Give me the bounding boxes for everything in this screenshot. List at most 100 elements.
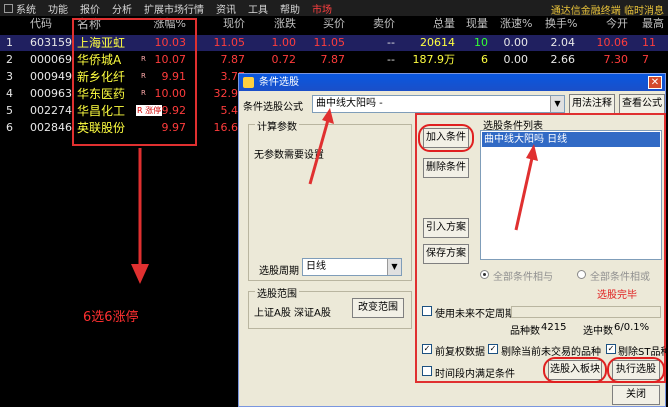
formula-select[interactable]: 曲中线大阳吗 - ▼ bbox=[312, 95, 565, 113]
header-cur[interactable]: 现量 bbox=[462, 16, 488, 32]
header-chg[interactable]: 涨跌 bbox=[260, 16, 296, 32]
usage-note-button[interactable]: 用法注释 bbox=[569, 94, 615, 114]
row-vol: 20614 bbox=[420, 36, 455, 49]
menu-right-text: 通达信金融终端 临时消息 bbox=[550, 6, 664, 17]
row-index: 1 bbox=[6, 36, 13, 49]
row-now: 7.87 bbox=[220, 53, 246, 66]
header-open[interactable]: 今开 bbox=[592, 16, 628, 32]
period-select[interactable]: 日线 ▼ bbox=[302, 258, 402, 276]
count-value: 4215 bbox=[541, 322, 567, 333]
row-high: 11 bbox=[642, 36, 656, 49]
row-code: 002274 bbox=[30, 104, 72, 117]
row-chg: 1.00 bbox=[271, 36, 297, 49]
header-code[interactable]: 代码 bbox=[30, 16, 52, 32]
chevron-down-icon[interactable]: ▼ bbox=[550, 96, 564, 112]
row-code: 000949 bbox=[30, 70, 72, 83]
row-index: 5 bbox=[6, 104, 13, 117]
change-range-button[interactable]: 改变范围 bbox=[352, 298, 404, 318]
row-cur: 6 bbox=[481, 53, 488, 66]
dialog-icon bbox=[243, 77, 254, 88]
row-code: 603159 bbox=[30, 36, 72, 49]
row-high: 7 bbox=[642, 53, 649, 66]
add-condition-highlight bbox=[418, 124, 474, 152]
row-turn: 2.04 bbox=[550, 36, 576, 49]
params-title: 计算参数 bbox=[255, 118, 299, 133]
list-item[interactable]: 曲中线大阳吗 日线 bbox=[482, 132, 660, 147]
radio-or[interactable] bbox=[577, 270, 586, 279]
row-vol: 187.9万 bbox=[412, 53, 456, 66]
period-value: 日线 bbox=[306, 261, 326, 272]
menu-item-ext-market[interactable]: 扩展市场行情 bbox=[144, 1, 204, 16]
row-buy: 11.05 bbox=[313, 36, 346, 49]
row-index: 2 bbox=[6, 53, 13, 66]
menu-item-info[interactable]: 资讯 bbox=[216, 1, 236, 16]
row-sell: -- bbox=[387, 53, 395, 66]
menu-item-function[interactable]: 功能 bbox=[48, 1, 68, 16]
list-arrow-annotation bbox=[514, 144, 538, 231]
uncertain-period-label: 使用未来不定周期 bbox=[435, 309, 515, 320]
time-range-checkbox[interactable] bbox=[422, 366, 432, 376]
row-code: 002846 bbox=[30, 121, 72, 134]
row-now: 11.05 bbox=[213, 36, 246, 49]
remove-st-checkbox[interactable]: ✓ bbox=[606, 344, 616, 354]
header-sell[interactable]: 卖价 bbox=[365, 16, 395, 32]
condition-list[interactable]: 曲中线大阳吗 日线 bbox=[480, 130, 662, 260]
header-buy[interactable]: 买价 bbox=[305, 16, 345, 32]
highlight-box bbox=[72, 18, 197, 146]
menu-item-market[interactable]: 市场 bbox=[312, 1, 332, 16]
menu-item-tools[interactable]: 工具 bbox=[248, 1, 268, 16]
row-code: 000963 bbox=[30, 87, 72, 100]
row-sell: -- bbox=[387, 36, 395, 49]
time-range-label: 时间段内满足条件 bbox=[435, 369, 515, 380]
dialog-title: 条件选股 bbox=[259, 77, 299, 88]
formula-label: 条件选股公式 bbox=[243, 102, 303, 113]
remove-suspended-label: 剔除当前未交易的品种 bbox=[501, 347, 601, 358]
radio-and-label: 全部条件相与 bbox=[493, 272, 553, 283]
hit-value: 6/0.1% bbox=[614, 322, 650, 333]
chevron-down-icon[interactable]: ▼ bbox=[387, 259, 401, 275]
row-index: 6 bbox=[6, 121, 13, 134]
row-chg: 0.72 bbox=[271, 53, 297, 66]
header-high[interactable]: 最高 bbox=[642, 16, 664, 32]
period-label: 选股周期 bbox=[259, 266, 299, 277]
close-button[interactable]: 关闭 bbox=[612, 385, 660, 405]
menu-item-quote[interactable]: 报价 bbox=[80, 1, 100, 16]
remove-suspended-checkbox[interactable]: ✓ bbox=[488, 344, 498, 354]
hit-label: 选中数 bbox=[583, 326, 613, 337]
uncertain-period-checkbox[interactable] bbox=[422, 306, 432, 316]
dialog-titlebar[interactable]: 条件选股 ✕ bbox=[239, 74, 665, 91]
view-formula-button[interactable]: 查看公式 bbox=[619, 94, 665, 114]
header-vol[interactable]: 总量 bbox=[405, 16, 455, 32]
row-cur: 10 bbox=[474, 36, 488, 49]
count-label: 品种数 bbox=[510, 326, 540, 337]
header-now[interactable]: 现价 bbox=[205, 16, 245, 32]
row-spd: 0.00 bbox=[503, 36, 529, 49]
header-turn[interactable]: 换手% bbox=[545, 16, 577, 32]
select-done-text: 选股完毕 bbox=[597, 290, 637, 301]
header-spd[interactable]: 涨速% bbox=[500, 16, 532, 32]
row-open: 7.30 bbox=[603, 53, 629, 66]
row-spd: 0.00 bbox=[503, 53, 529, 66]
row-code: 000069 bbox=[30, 53, 72, 66]
pre-rights-label: 前复权数据 bbox=[435, 347, 485, 358]
radio-and[interactable] bbox=[480, 270, 489, 279]
row-buy: 7.87 bbox=[320, 53, 346, 66]
save-plan-button[interactable]: 保存方案 bbox=[423, 244, 469, 264]
row-index: 4 bbox=[6, 87, 13, 100]
row-turn: 2.66 bbox=[550, 53, 576, 66]
to-block-highlight bbox=[543, 357, 607, 383]
import-plan-button[interactable]: 引入方案 bbox=[423, 218, 469, 238]
menu-item-help[interactable]: 帮助 bbox=[280, 1, 300, 16]
range-title: 选股范围 bbox=[255, 285, 299, 300]
delete-condition-button[interactable]: 删除条件 bbox=[423, 158, 469, 178]
menu-bar: 系统 功能 报价 分析 扩展市场行情 资讯 工具 帮助 市场 通达信金融终端 临… bbox=[0, 0, 668, 17]
menu-item-system[interactable]: 系统 bbox=[16, 1, 36, 16]
execute-highlight bbox=[607, 357, 665, 383]
close-icon[interactable]: ✕ bbox=[648, 76, 662, 89]
up-arrow-annotation bbox=[308, 108, 334, 185]
annotation-caption: 6选6涨停 bbox=[83, 310, 139, 325]
menu-item-analysis[interactable]: 分析 bbox=[112, 1, 132, 16]
pre-rights-checkbox[interactable]: ✓ bbox=[422, 344, 432, 354]
app-icon bbox=[4, 3, 13, 13]
range-value: 上证A股 深证A股 bbox=[254, 308, 331, 319]
